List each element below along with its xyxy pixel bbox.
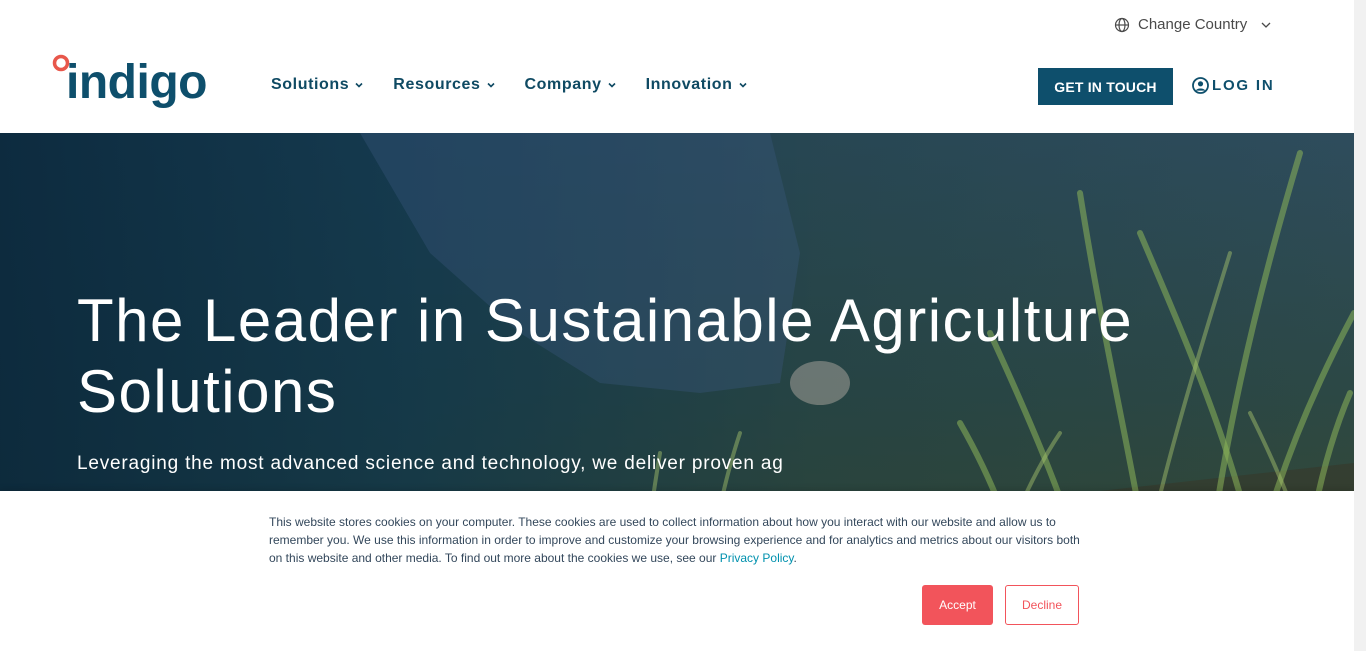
hero-subtitle: Leveraging the most advanced science and…: [77, 453, 784, 474]
login-link[interactable]: LOG IN: [1192, 77, 1274, 94]
cookie-body: This website stores cookies on your comp…: [269, 515, 1080, 565]
get-in-touch-button[interactable]: GET IN TOUCH: [1038, 68, 1173, 105]
chevron-down-icon: [486, 82, 495, 88]
nav-innovation[interactable]: Innovation: [646, 76, 747, 94]
page-scrollbar[interactable]: [1354, 0, 1366, 651]
chevron-down-icon: [738, 82, 747, 88]
change-country-button[interactable]: Change Country: [1114, 16, 1271, 33]
nav-innovation-label: Innovation: [645, 76, 733, 93]
logo-mark: indigo: [52, 54, 207, 109]
page: Change Country indigo Solutions Resource…: [0, 0, 1354, 651]
login-label: LOG IN: [1212, 77, 1275, 94]
chevron-down-icon: [355, 82, 363, 88]
indigo-logo[interactable]: indigo: [52, 52, 228, 114]
privacy-policy-link[interactable]: Privacy Policy: [720, 551, 794, 565]
cookie-text-end: .: [793, 551, 797, 565]
decline-cookies-button[interactable]: Decline: [1005, 585, 1079, 625]
nav-company[interactable]: Company: [525, 76, 616, 94]
nav-solutions[interactable]: Solutions: [271, 76, 363, 94]
chevron-down-icon: [608, 82, 616, 88]
globe-icon: [1114, 17, 1130, 32]
user-circle-icon: [1192, 77, 1209, 94]
cookie-text: This website stores cookies on your comp…: [269, 513, 1089, 567]
cookie-banner: This website stores cookies on your comp…: [0, 491, 1354, 651]
nav-resources-label: Resources: [393, 76, 481, 93]
site-header: Change Country indigo Solutions Resource…: [0, 0, 1354, 133]
nav-company-label: Company: [524, 76, 602, 93]
change-country-label: Change Country: [1138, 16, 1248, 33]
main-nav: Solutions Resources Company Innovation: [271, 76, 747, 94]
nav-solutions-label: Solutions: [271, 76, 350, 93]
accept-cookies-button[interactable]: Accept: [922, 585, 993, 625]
hero-title: The Leader in Sustainable Agriculture So…: [77, 287, 1134, 425]
svg-text:indigo: indigo: [66, 56, 207, 109]
chevron-down-icon: [1261, 22, 1271, 28]
nav-resources[interactable]: Resources: [393, 76, 495, 94]
